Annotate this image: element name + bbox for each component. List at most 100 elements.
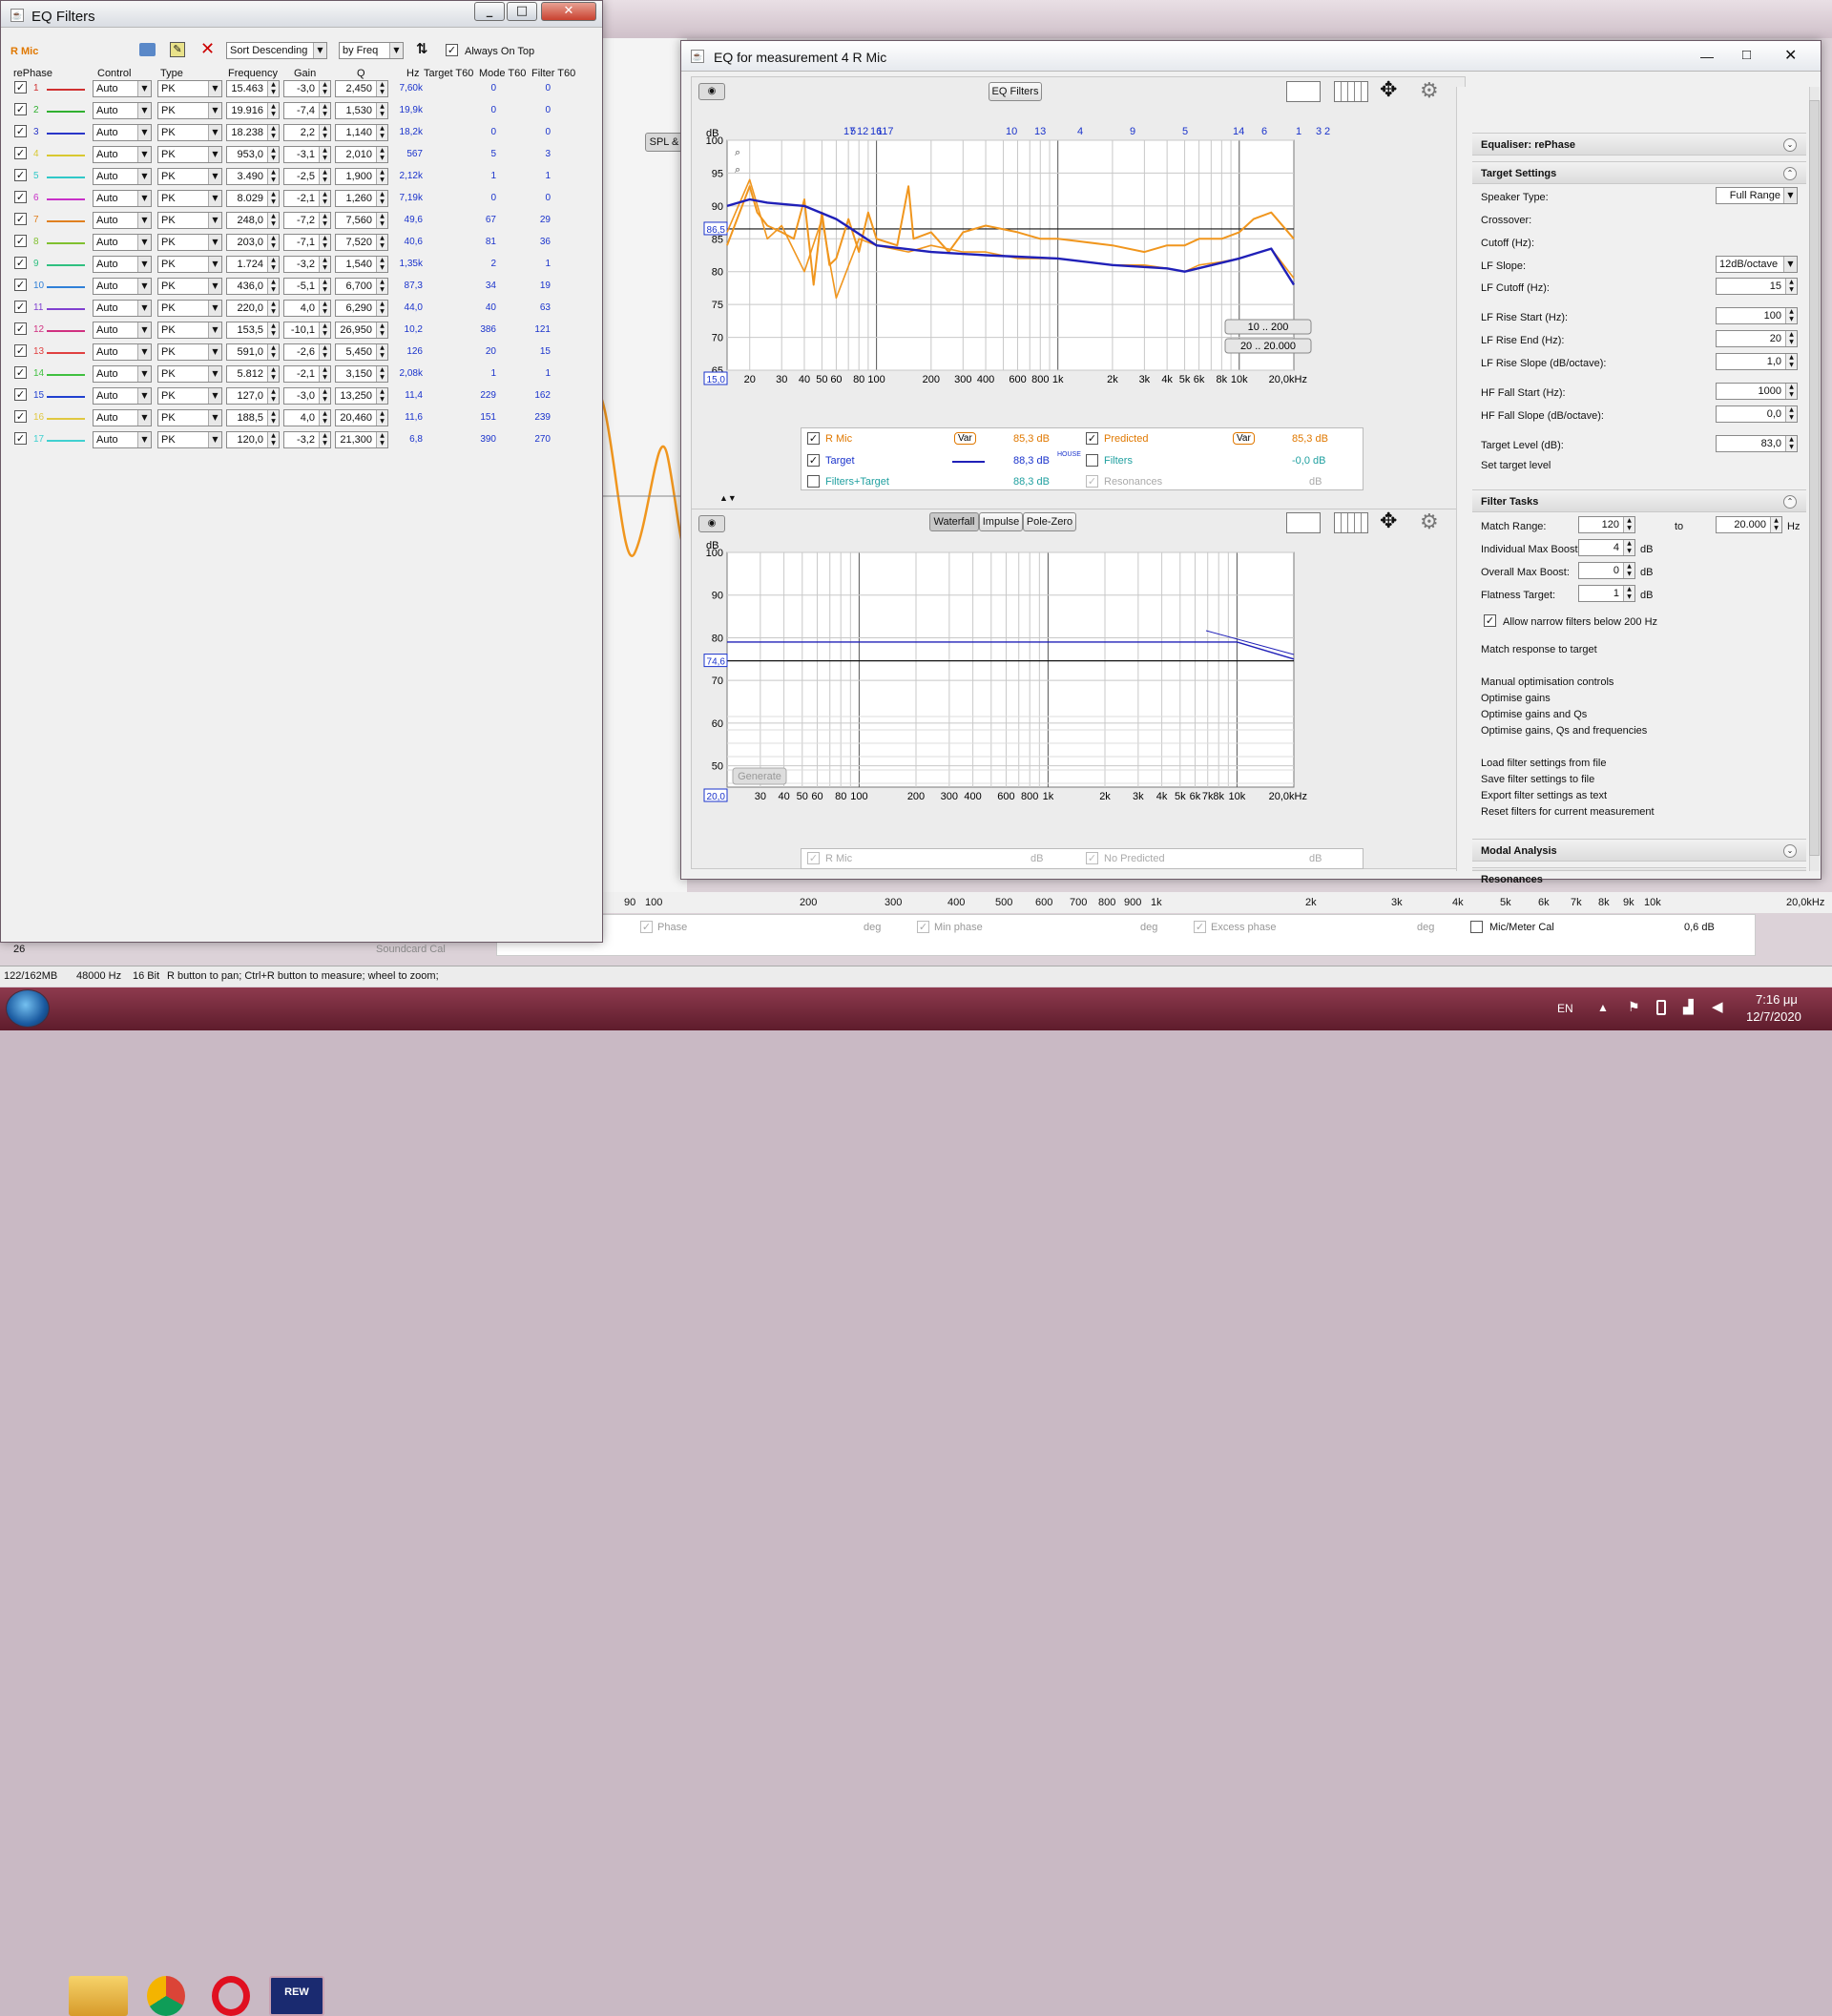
- filter-frequency-field[interactable]: 127,0 ▲ ▼: [226, 387, 280, 405]
- filter-control-select[interactable]: Auto ▼: [93, 212, 152, 229]
- speaker-type-select[interactable]: Full Range ▼: [1716, 187, 1798, 204]
- filter-frequency-field[interactable]: 120,0 ▲ ▼: [226, 431, 280, 448]
- graph-columns-icon[interactable]: [1334, 512, 1368, 533]
- tray-arrow-icon[interactable]: ▲: [1597, 1001, 1609, 1014]
- filter-type-select[interactable]: PK ▼: [157, 190, 222, 207]
- sort-by-select[interactable]: by Freq ▼: [339, 42, 404, 59]
- individual-max-boost-field[interactable]: 4 ▲ ▼: [1578, 539, 1635, 556]
- graph-layout-icon[interactable]: [1286, 512, 1321, 533]
- filter-enable-checkbox[interactable]: ✓: [14, 410, 27, 423]
- filter-type-select[interactable]: PK ▼: [157, 212, 222, 229]
- chrome-icon[interactable]: [147, 1976, 185, 2016]
- allow-narrow-checkbox[interactable]: ✓: [1484, 614, 1496, 627]
- filter-gain-field[interactable]: -7,4 ▲ ▼: [283, 102, 331, 119]
- phase-checkbox[interactable]: ✓: [640, 921, 653, 933]
- optimise-gains-link[interactable]: Optimise gains: [1481, 693, 1551, 704]
- filter-q-field[interactable]: 26,950 ▲ ▼: [335, 322, 388, 339]
- filter-type-select[interactable]: PK ▼: [157, 343, 222, 361]
- filter-gain-field[interactable]: -3,2 ▲ ▼: [283, 431, 331, 448]
- filter-gain-field[interactable]: -3,2 ▲ ▼: [283, 256, 331, 273]
- filter-q-field[interactable]: 1,260 ▲ ▼: [335, 190, 388, 207]
- filter-gain-field[interactable]: -7,2 ▲ ▼: [283, 212, 331, 229]
- settings-gear-icon[interactable]: ⚙: [1420, 509, 1439, 534]
- maximize-button[interactable]: □: [1742, 47, 1751, 63]
- filter-frequency-field[interactable]: 18.238 ▲ ▼: [226, 124, 280, 141]
- target-level-field[interactable]: 83,0 ▲ ▼: [1716, 435, 1798, 452]
- resonances-header[interactable]: Resonances: [1472, 867, 1806, 885]
- lf-rise-slope-field[interactable]: 1,0 ▲ ▼: [1716, 353, 1798, 370]
- optimise-all-link[interactable]: Optimise gains, Qs and frequencies: [1481, 725, 1647, 737]
- filter-enable-checkbox[interactable]: ✓: [14, 169, 27, 181]
- graph-layout-icon[interactable]: [1286, 81, 1321, 102]
- filter-type-select[interactable]: PK ▼: [157, 387, 222, 405]
- lf-rise-end-field[interactable]: 20 ▲ ▼: [1716, 330, 1798, 347]
- move-icon[interactable]: ✥: [1380, 509, 1397, 533]
- filter-control-select[interactable]: Auto ▼: [93, 409, 152, 426]
- filter-type-select[interactable]: PK ▼: [157, 365, 222, 383]
- minimize-button[interactable]: —: [1700, 49, 1714, 64]
- modal-analysis-header[interactable]: Modal Analysis ⌄: [1472, 839, 1806, 862]
- filter-frequency-field[interactable]: 248,0 ▲ ▼: [226, 212, 280, 229]
- filter-q-field[interactable]: 6,290 ▲ ▼: [335, 300, 388, 317]
- filter-q-field[interactable]: 21,300 ▲ ▼: [335, 431, 388, 448]
- filter-control-select[interactable]: Auto ▼: [93, 256, 152, 273]
- camera-icon[interactable]: ◉: [698, 515, 725, 532]
- match-response-link[interactable]: Match response to target: [1481, 644, 1597, 655]
- filter-type-select[interactable]: PK ▼: [157, 234, 222, 251]
- set-target-level-link[interactable]: Set target level: [1481, 460, 1551, 471]
- filter-gain-field[interactable]: -2,6 ▲ ▼: [283, 343, 331, 361]
- rmic-checkbox[interactable]: ✓: [807, 432, 820, 445]
- filter-gain-field[interactable]: -5,1 ▲ ▼: [283, 278, 331, 295]
- filter-q-field[interactable]: 6,700 ▲ ▼: [335, 278, 388, 295]
- filter-gain-field[interactable]: -3,1 ▲ ▼: [283, 146, 331, 163]
- filter-gain-field[interactable]: -3,0 ▲ ▼: [283, 80, 331, 97]
- save-filters-link[interactable]: Save filter settings to file: [1481, 774, 1594, 785]
- filter-frequency-field[interactable]: 15.463 ▲ ▼: [226, 80, 280, 97]
- filter-frequency-field[interactable]: 436,0 ▲ ▼: [226, 278, 280, 295]
- filter-gain-field[interactable]: -2,1 ▲ ▼: [283, 190, 331, 207]
- signal-icon[interactable]: ▟: [1683, 999, 1694, 1015]
- lf-cutoff-field[interactable]: 15 ▲ ▼: [1716, 278, 1798, 295]
- filter-frequency-field[interactable]: 3.490 ▲ ▼: [226, 168, 280, 185]
- filter-enable-checkbox[interactable]: ✓: [14, 81, 27, 94]
- filter-enable-checkbox[interactable]: ✓: [14, 366, 27, 379]
- filter-tasks-header[interactable]: Filter Tasks ⌃: [1472, 489, 1806, 512]
- filter-frequency-field[interactable]: 220,0 ▲ ▼: [226, 300, 280, 317]
- filter-control-select[interactable]: Auto ▼: [93, 300, 152, 317]
- maximize-button[interactable]: □: [507, 2, 537, 21]
- filter-gain-field[interactable]: 2,2 ▲ ▼: [283, 124, 331, 141]
- flag-icon[interactable]: ⚑: [1628, 999, 1640, 1015]
- close-button[interactable]: ✕: [541, 2, 596, 21]
- optimise-gains-qs-link[interactable]: Optimise gains and Qs: [1481, 709, 1587, 720]
- filter-enable-checkbox[interactable]: ✓: [14, 322, 27, 335]
- filter-type-select[interactable]: PK ▼: [157, 80, 222, 97]
- filter-gain-field[interactable]: 4,0 ▲ ▼: [283, 409, 331, 426]
- export-filters-link[interactable]: Export filter settings as text: [1481, 790, 1607, 801]
- language-indicator[interactable]: EN: [1557, 1002, 1573, 1015]
- filter-q-field[interactable]: 1,530 ▲ ▼: [335, 102, 388, 119]
- filter-gain-field[interactable]: 4,0 ▲ ▼: [283, 300, 331, 317]
- lf-slope-select[interactable]: 12dB/octave ▼: [1716, 256, 1798, 273]
- filter-type-select[interactable]: PK ▼: [157, 146, 222, 163]
- filter-type-select[interactable]: PK ▼: [157, 102, 222, 119]
- swap-sort-icon[interactable]: ⇅: [416, 40, 428, 57]
- filter-q-field[interactable]: 1,140 ▲ ▼: [335, 124, 388, 141]
- filter-enable-checkbox[interactable]: ✓: [14, 344, 27, 357]
- predicted-checkbox[interactable]: ✓: [1086, 432, 1098, 445]
- filter-q-field[interactable]: 7,560 ▲ ▼: [335, 212, 388, 229]
- filter-type-select[interactable]: PK ▼: [157, 256, 222, 273]
- filter-q-field[interactable]: 7,520 ▲ ▼: [335, 234, 388, 251]
- scrollbar-thumb[interactable]: [1809, 100, 1820, 856]
- no-predicted-checkbox[interactable]: ✓: [1086, 852, 1098, 864]
- resonances-checkbox[interactable]: ✓: [1086, 475, 1098, 488]
- filter-enable-checkbox[interactable]: ✓: [14, 432, 27, 445]
- tab-pole-zero[interactable]: Pole-Zero: [1023, 512, 1076, 531]
- filter-q-field[interactable]: 5,450 ▲ ▼: [335, 343, 388, 361]
- tab-waterfall[interactable]: Waterfall: [929, 512, 979, 531]
- clock-time[interactable]: 7:16 μμ: [1756, 992, 1798, 1007]
- filter-frequency-field[interactable]: 19.916 ▲ ▼: [226, 102, 280, 119]
- filter-enable-checkbox[interactable]: ✓: [14, 191, 27, 203]
- predicted-var-badge[interactable]: Var: [1233, 432, 1255, 445]
- filter-control-select[interactable]: Auto ▼: [93, 431, 152, 448]
- filter-enable-checkbox[interactable]: ✓: [14, 388, 27, 401]
